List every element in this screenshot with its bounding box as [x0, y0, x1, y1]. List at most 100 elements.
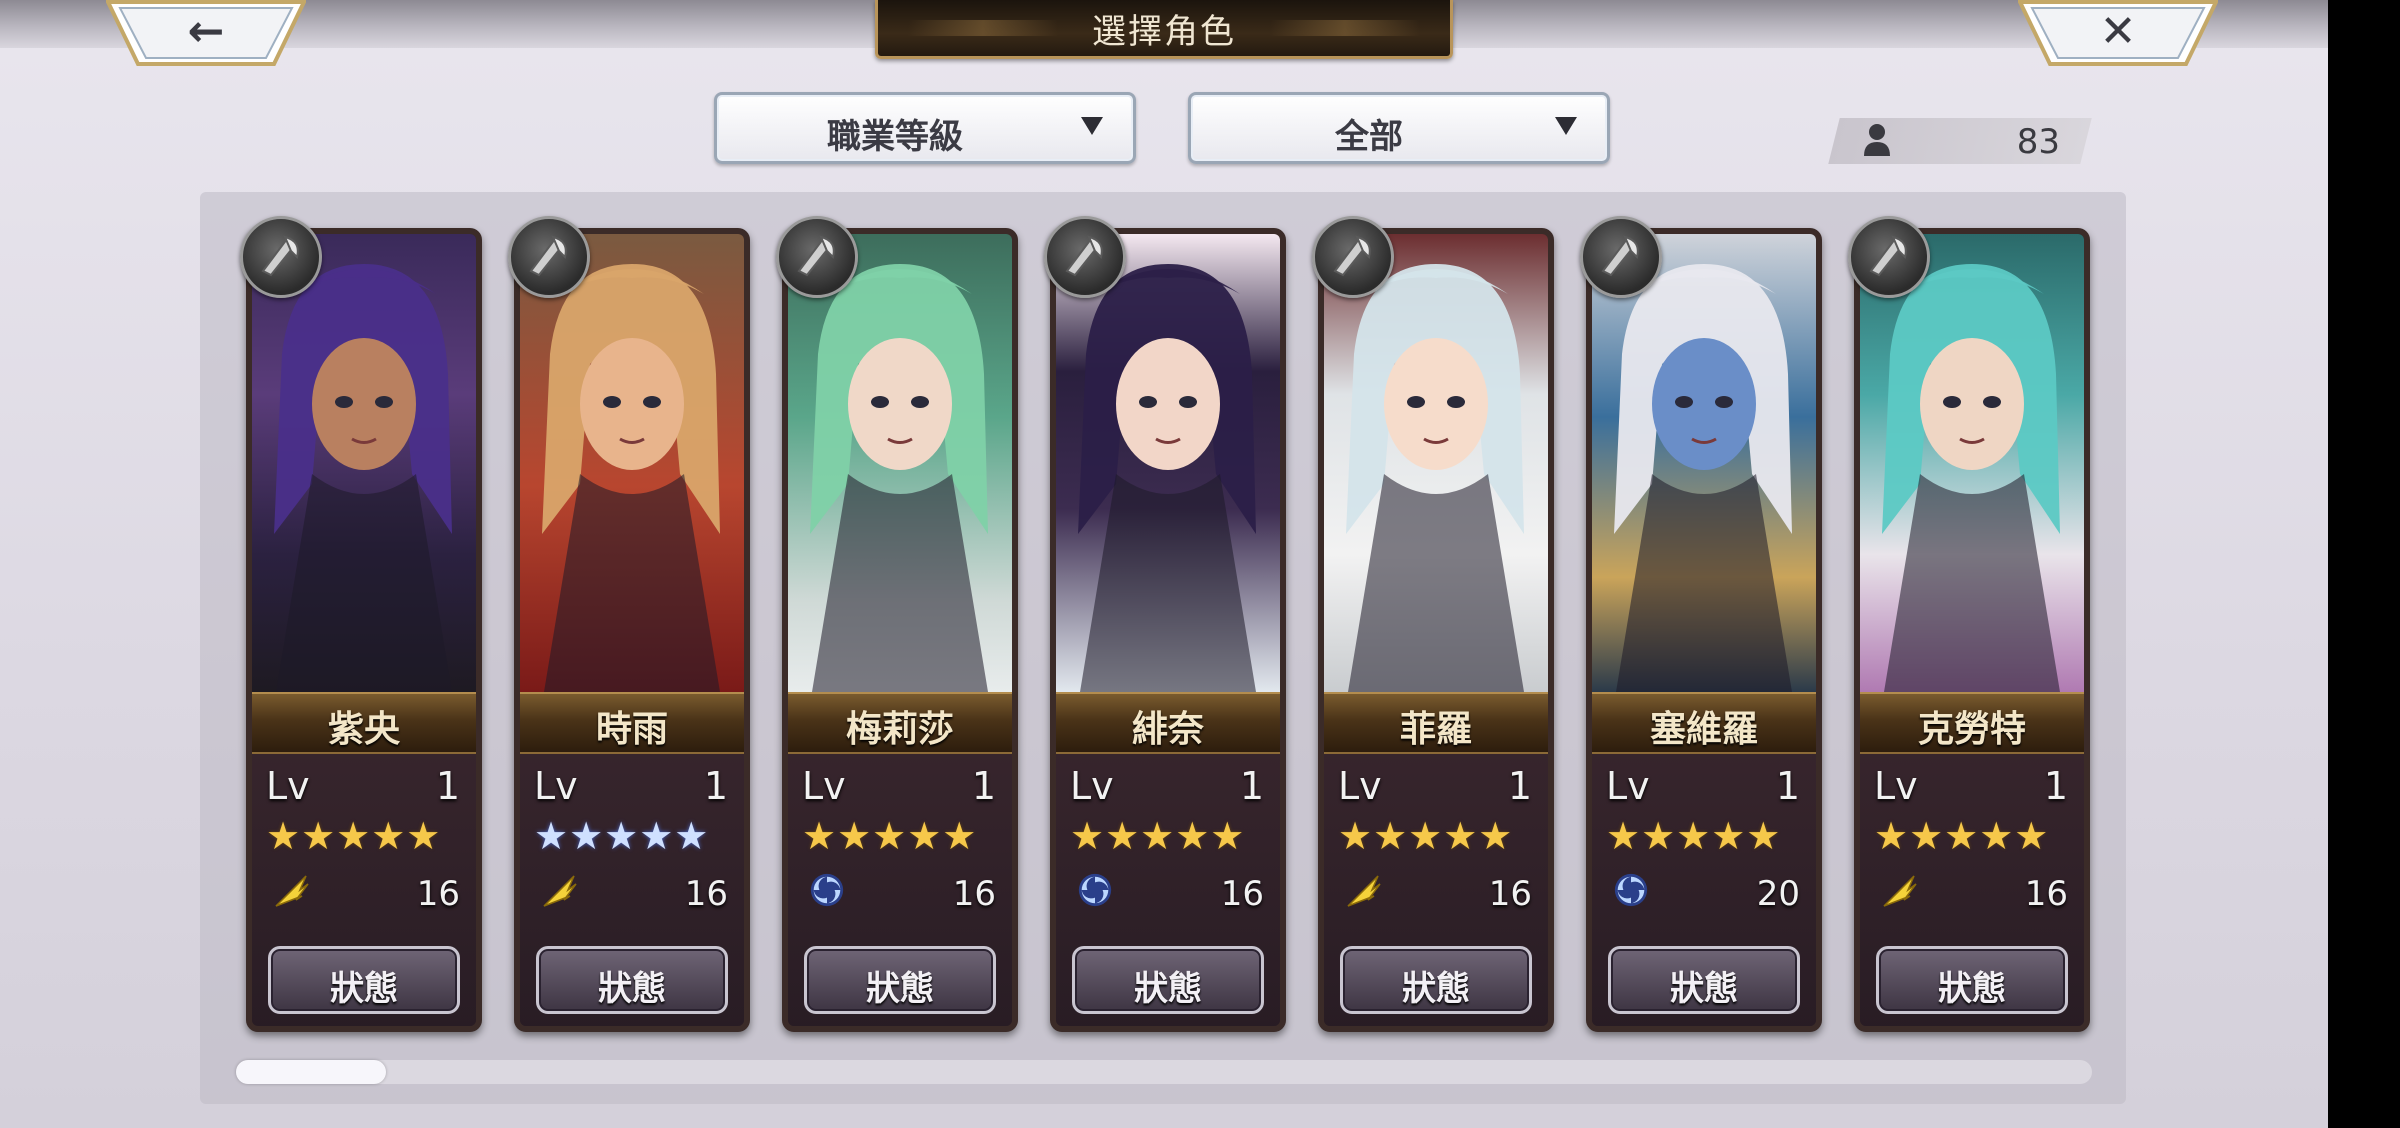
class-badge-icon	[508, 216, 590, 298]
level-value: 1	[1239, 764, 1264, 808]
level-value: 1	[435, 764, 460, 808]
status-button[interactable]: 狀態	[1608, 946, 1800, 1014]
character-name-band: 菲羅	[1324, 692, 1548, 754]
roster-count: 83	[2016, 122, 2060, 162]
page-title: 選擇角色	[1092, 12, 1236, 52]
wing-element-icon	[1880, 870, 1918, 910]
character-card[interactable]: 紫央 Lv 1 ★★★★★ 16 狀態	[246, 228, 482, 1032]
scrollbar-track[interactable]	[236, 1060, 2092, 1084]
status-button-label: 狀態	[1134, 969, 1202, 1009]
star-rating: ★★★★★	[1606, 814, 1782, 858]
character-name: 梅莉莎	[845, 708, 954, 750]
swirl-element-icon	[1612, 870, 1650, 910]
class-filter-dropdown[interactable]: 職業等級	[714, 92, 1136, 164]
level-label: Lv	[266, 764, 310, 808]
character-card[interactable]: 克勞特 Lv 1 ★★★★★ 16 狀態	[1854, 228, 2090, 1032]
star-rating: ★★★★★	[1070, 814, 1246, 858]
star-rating: ★★★★★	[534, 814, 710, 858]
character-name: 塞維羅	[1649, 708, 1758, 750]
status-button[interactable]: 狀態	[1072, 946, 1264, 1014]
swirl-element-icon	[808, 870, 846, 910]
level-value: 1	[1775, 764, 1800, 808]
status-button[interactable]: 狀態	[268, 946, 460, 1014]
character-portrait-art	[1614, 264, 1792, 692]
status-button-label: 狀態	[598, 969, 666, 1009]
element-value: 16	[2024, 874, 2068, 914]
class-filter-label: 職業等級	[827, 117, 963, 157]
level-label: Lv	[534, 764, 578, 808]
character-card[interactable]: 緋奈 Lv 1 ★★★★★ 16 狀態	[1050, 228, 1286, 1032]
status-button-label: 狀態	[330, 969, 398, 1009]
chevron-down-icon	[1555, 117, 1577, 135]
level-label: Lv	[802, 764, 846, 808]
element-value: 16	[1488, 874, 1532, 914]
character-card[interactable]: 梅莉莎 Lv 1 ★★★★★ 16 狀態	[782, 228, 1018, 1032]
character-portrait	[520, 234, 744, 692]
character-portrait-art	[1882, 264, 2060, 692]
character-portrait-art	[274, 264, 452, 692]
element-value: 16	[684, 874, 728, 914]
close-button[interactable]: ✕	[2018, 0, 2218, 68]
class-badge-icon	[776, 216, 858, 298]
back-arrow-icon: ←	[187, 5, 225, 57]
character-portrait-art	[542, 264, 720, 692]
page-title-plate: 選擇角色	[875, 0, 1453, 59]
character-portrait	[788, 234, 1012, 692]
element-value: 16	[416, 874, 460, 914]
status-button-label: 狀態	[866, 969, 934, 1009]
close-icon: ✕	[2099, 5, 2137, 57]
back-button[interactable]: ←	[106, 0, 306, 68]
class-badge-icon	[1044, 216, 1126, 298]
star-rating: ★★★★★	[1874, 814, 2050, 858]
class-badge-icon	[1580, 216, 1662, 298]
scrollbar-thumb[interactable]	[236, 1060, 386, 1084]
character-name: 紫央	[327, 708, 400, 750]
status-button[interactable]: 狀態	[1876, 946, 2068, 1014]
wing-element-icon	[1344, 870, 1382, 910]
character-portrait	[252, 234, 476, 692]
element-value: 20	[1756, 874, 1800, 914]
chevron-down-icon	[1081, 117, 1103, 135]
screen-edge	[2328, 0, 2400, 1128]
character-card[interactable]: 菲羅 Lv 1 ★★★★★ 16 狀態	[1318, 228, 1554, 1032]
character-card[interactable]: 塞維羅 Lv 1 ★★★★★ 20 狀態	[1586, 228, 1822, 1032]
level-value: 1	[703, 764, 728, 808]
character-portrait	[1056, 234, 1280, 692]
swirl-element-icon	[1076, 870, 1114, 910]
character-portrait-art	[1078, 264, 1256, 692]
status-button[interactable]: 狀態	[1340, 946, 1532, 1014]
element-value: 16	[1220, 874, 1264, 914]
wing-element-icon	[272, 870, 310, 910]
character-name-band: 塞維羅	[1592, 692, 1816, 754]
level-value: 1	[2043, 764, 2068, 808]
star-rating: ★★★★★	[266, 814, 442, 858]
level-label: Lv	[1874, 764, 1918, 808]
character-name: 克勞特	[1917, 708, 2026, 750]
scope-filter-dropdown[interactable]: 全部	[1188, 92, 1610, 164]
character-portrait	[1324, 234, 1548, 692]
status-button-label: 狀態	[1402, 969, 1470, 1009]
character-name-band: 克勞特	[1860, 692, 2084, 754]
level-label: Lv	[1606, 764, 1650, 808]
character-name-band: 梅莉莎	[788, 692, 1012, 754]
character-portrait-art	[1346, 264, 1524, 692]
character-name-band: 時雨	[520, 692, 744, 754]
level-label: Lv	[1070, 764, 1114, 808]
character-portrait	[1592, 234, 1816, 692]
level-value: 1	[971, 764, 996, 808]
character-name: 時雨	[595, 708, 668, 750]
star-rating: ★★★★★	[802, 814, 978, 858]
character-name: 緋奈	[1131, 708, 1204, 750]
character-portrait	[1860, 234, 2084, 692]
character-card[interactable]: 時雨 Lv 1 ★★★★★ 16 狀態	[514, 228, 750, 1032]
character-portrait-art	[810, 264, 988, 692]
wing-element-icon	[540, 870, 578, 910]
level-value: 1	[1507, 764, 1532, 808]
character-name: 菲羅	[1399, 708, 1472, 750]
status-button[interactable]: 狀態	[536, 946, 728, 1014]
status-button[interactable]: 狀態	[804, 946, 996, 1014]
character-name-band: 緋奈	[1056, 692, 1280, 754]
status-button-label: 狀態	[1938, 969, 2006, 1009]
class-badge-icon	[1848, 216, 1930, 298]
level-label: Lv	[1338, 764, 1382, 808]
